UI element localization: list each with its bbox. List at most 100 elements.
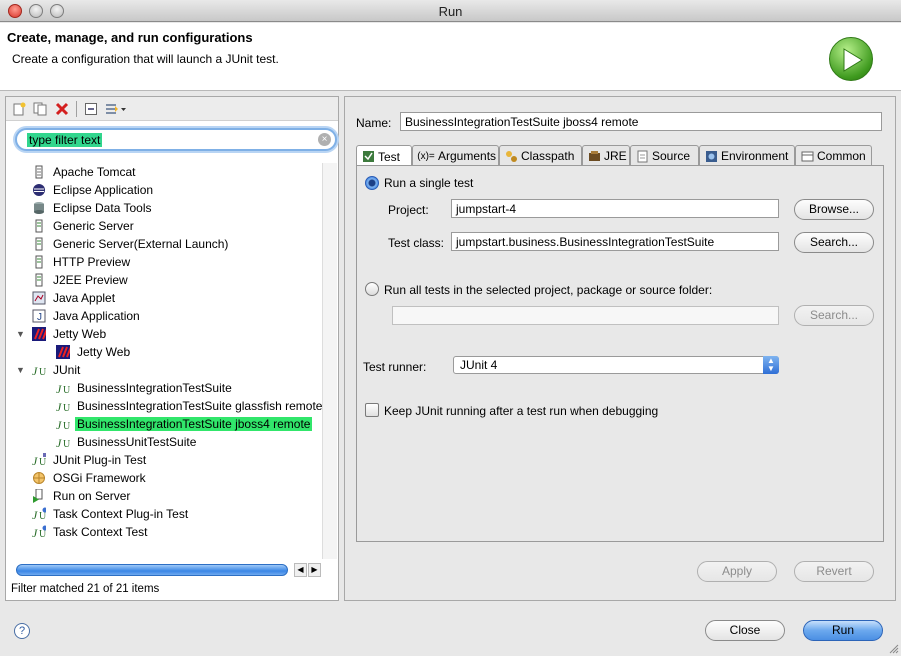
tree-item[interactable]: ▼ Jetty Web	[16, 325, 108, 343]
scroll-right-icon[interactable]: ▶	[308, 563, 321, 577]
svg-text:U: U	[39, 367, 46, 377]
collapse-all-icon[interactable]	[82, 100, 100, 118]
test-runner-value: JUnit 4	[460, 358, 498, 372]
server-icon	[32, 255, 46, 269]
tree-horizontal-scrollbar[interactable]: ◀ ▶	[12, 563, 324, 578]
tree-item[interactable]: Run on Server	[32, 487, 132, 505]
tab-classpath[interactable]: Classpath	[499, 145, 582, 166]
run-server-icon	[32, 489, 46, 503]
tree-item[interactable]: Jetty Web	[56, 343, 132, 361]
eclipse-icon	[32, 183, 46, 197]
apply-button[interactable]: Apply	[697, 561, 777, 582]
close-button[interactable]: Close	[705, 620, 785, 641]
document-icon	[32, 165, 46, 179]
test-class-label: Test class:	[388, 236, 445, 250]
delete-config-icon[interactable]	[53, 100, 71, 118]
jetty-icon	[56, 345, 70, 359]
svg-text:U: U	[63, 403, 70, 413]
revert-button[interactable]: Revert	[794, 561, 874, 582]
filter-input[interactable]: type filter text ×	[15, 128, 337, 151]
resize-grip-icon[interactable]	[888, 643, 899, 654]
tree-item-label: Task Context Plug-in Test	[53, 507, 189, 521]
tree-item[interactable]: Java Applet	[32, 289, 117, 307]
task-context-icon: JU	[32, 507, 46, 521]
svg-text:J: J	[56, 436, 62, 449]
tree-item[interactable]: J U BusinessIntegrationTestSuite glassfish…	[56, 397, 322, 415]
tree-item[interactable]: J Java Application	[32, 307, 142, 325]
tab-arguments[interactable]: (x)= Arguments	[412, 145, 499, 166]
search-test-class-button[interactable]: Search...	[794, 232, 874, 253]
run-single-test-radio[interactable]	[365, 176, 379, 190]
name-field[interactable]: BusinessIntegrationTestSuite jboss4 remo…	[400, 112, 882, 131]
database-icon	[32, 201, 46, 215]
tree-vertical-scrollbar[interactable]	[322, 163, 337, 559]
tree-item[interactable]: Eclipse Data Tools	[32, 199, 154, 217]
duplicate-config-icon[interactable]	[31, 100, 49, 118]
tree-item-label: J2EE Preview	[53, 273, 128, 287]
applet-icon	[32, 291, 46, 305]
jetty-icon	[32, 327, 46, 341]
tab-source[interactable]: Source	[630, 145, 699, 166]
junit-icon: JU	[56, 417, 70, 431]
tree-item[interactable]: J U BusinessIntegrationTestSuite	[56, 379, 234, 397]
tab-test[interactable]: Test	[356, 145, 412, 167]
tree-item[interactable]: Generic Server	[32, 217, 136, 235]
svg-text:J: J	[32, 364, 38, 377]
junit-plugin-icon: JU	[32, 453, 46, 467]
filter-input-text: type filter text	[27, 133, 103, 147]
tree-item[interactable]: OSGi Framework	[32, 469, 148, 487]
tab-environment[interactable]: Environment	[699, 145, 795, 166]
tab-classpath-label: Classpath	[521, 149, 575, 163]
tree-item[interactable]: J U BusinessUnitTestSuite	[56, 433, 198, 451]
project-field[interactable]: jumpstart-4	[451, 199, 779, 218]
test-runner-select[interactable]: JUnit 4 ▲ ▼	[453, 356, 779, 374]
run-all-tests-radio[interactable]	[365, 282, 379, 296]
tab-jre[interactable]: JRE	[582, 145, 630, 166]
osgi-icon	[32, 471, 46, 485]
search-container-button[interactable]: Search...	[794, 305, 874, 326]
keep-junit-running-checkbox[interactable]	[365, 403, 379, 417]
name-label: Name:	[356, 116, 392, 130]
test-runner-label: Test runner:	[363, 360, 427, 374]
expand-triangle-icon[interactable]: ▼	[16, 325, 26, 343]
junit-icon: JU	[32, 363, 46, 377]
tree-item[interactable]: J U Task Context Test	[32, 523, 150, 541]
expand-triangle-icon[interactable]: ▼	[16, 361, 26, 379]
arguments-icon: (x)=	[417, 150, 435, 162]
classpath-icon	[504, 149, 518, 163]
svg-text:J: J	[56, 418, 62, 431]
tree-item[interactable]: ▼ J U JUnit	[16, 361, 82, 379]
help-icon[interactable]: ?	[14, 623, 30, 639]
tree-item[interactable]: J2EE Preview	[32, 271, 130, 289]
tree-item[interactable]: Generic Server(External Launch)	[32, 235, 230, 253]
new-config-icon[interactable]	[10, 100, 28, 118]
tree-item[interactable]: HTTP Preview	[32, 253, 132, 271]
tree-item[interactable]: J U BusinessIntegrationTestSuite jboss4 re…	[56, 415, 313, 433]
tree-item[interactable]: J U JUnit Plug-in Test	[32, 451, 148, 469]
dialog-header: Create, manage, and run configurations C…	[0, 23, 901, 91]
browse-button[interactable]: Browse...	[794, 199, 874, 220]
run-all-container-field[interactable]	[392, 306, 779, 325]
test-tab-content: Run a single test Project: jumpstart-4 B…	[356, 165, 884, 542]
tree-item[interactable]: J U Task Context Plug-in Test	[32, 505, 190, 523]
scroll-left-icon[interactable]: ◀	[294, 563, 307, 577]
run-all-tests-label: Run all tests in the selected project, p…	[384, 283, 713, 297]
clear-filter-icon[interactable]: ×	[318, 133, 331, 146]
horizontal-scroll-thumb[interactable]	[16, 564, 288, 576]
select-stepper-icon: ▲ ▼	[763, 356, 779, 374]
tree-item-label: Task Context Test	[53, 525, 148, 539]
tree-item[interactable]: Apache Tomcat	[32, 163, 138, 181]
tab-jre-label: JRE	[604, 149, 627, 163]
run-button[interactable]: Run	[803, 620, 883, 641]
tree-item-label: Eclipse Data Tools	[53, 201, 152, 215]
tree-item-label: BusinessUnitTestSuite	[77, 435, 197, 449]
keep-junit-running-label: Keep JUnit running after a test run when…	[384, 404, 659, 418]
tree-item[interactable]: Eclipse Application	[32, 181, 155, 199]
svg-text:U: U	[63, 421, 70, 431]
test-class-field[interactable]: jumpstart.business.BusinessIntegrationTe…	[451, 232, 779, 251]
tree-item-label: OSGi Framework	[53, 471, 146, 485]
filter-menu-icon[interactable]	[103, 100, 129, 118]
tab-common[interactable]: Common	[795, 145, 872, 166]
tree-item-label: JUnit Plug-in Test	[53, 453, 147, 467]
svg-text:J: J	[32, 526, 38, 539]
